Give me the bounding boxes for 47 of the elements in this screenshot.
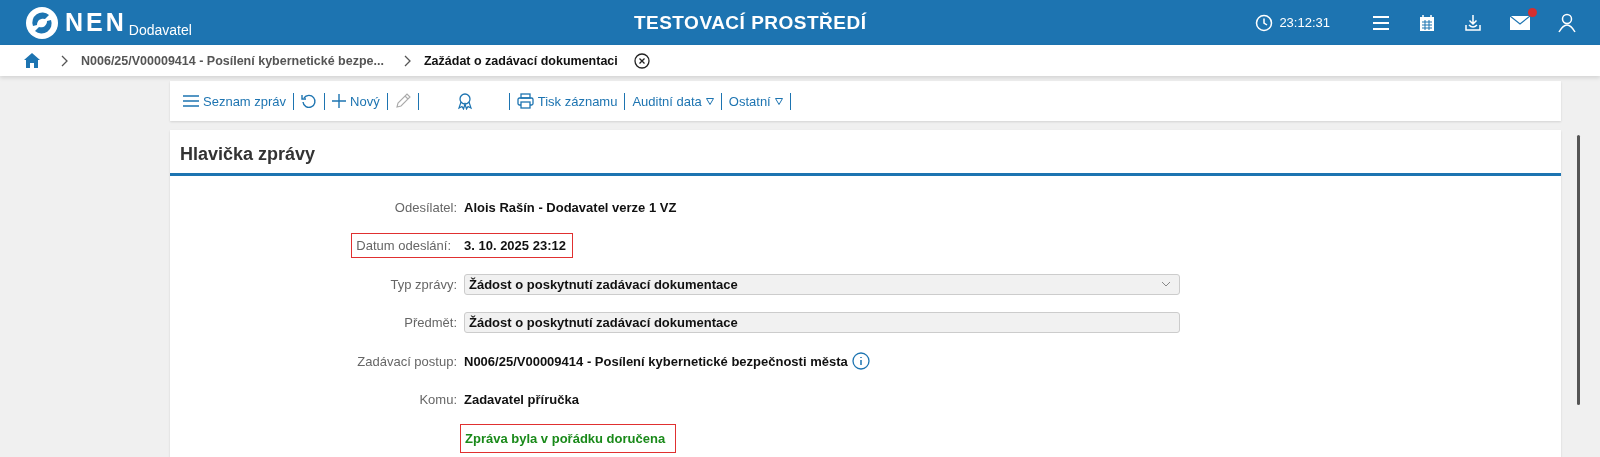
field-label: Komu: [419,392,457,408]
chevron-icon [61,54,69,67]
field-value: N006/25/V00009414 - Posílení kybernetické bezpečnosti města [464,353,848,369]
caret-icon [705,97,714,105]
input-field[interactable]: Žádost o poskytnutí zadávací dokumentace [464,312,1180,334]
printer-icon [516,93,534,109]
select-field[interactable]: Žádost o poskytnutí zadávací dokumentace [464,273,1180,295]
ribbon-icon [455,92,474,110]
download-icon[interactable] [1464,13,1482,32]
toolbar-button[interactable]: Ostatní [721,93,790,109]
logo-icon [25,5,59,40]
home-icon[interactable] [23,52,41,69]
info-icon[interactable] [851,352,870,371]
field-label: Odesílatel: [394,199,457,215]
field-label: Typ zprávy: [390,276,457,292]
breadcrumb-link[interactable]: Zažádat o zadávací dokumentaci [423,53,618,68]
clock-time: 23:12:31 [1279,15,1330,30]
toolbar-button[interactable]: Nový [325,93,387,109]
chevron-down-icon [1161,281,1171,288]
caret-icon [774,97,783,105]
field-value: 3. 10. 2025 23:12 [457,233,573,259]
pencil-icon [394,93,411,109]
chevron-icon [403,54,412,67]
user-icon[interactable] [1558,12,1576,33]
plus-icon [332,94,347,108]
field-label: Předmět: [404,315,457,331]
environment-title: TESTOVACÍ PROSTŘEDÍ [632,11,868,34]
toolbar-button[interactable]: Tisk záznamu [509,93,625,109]
field-value: Zadavatel příručka [464,392,579,408]
logo-text: NEN [65,8,127,37]
scrollbar[interactable] [1577,135,1580,405]
section-title: Hlavička zprávy [170,130,1561,176]
toolbar-button[interactable]: Auditní data [625,93,721,109]
menu-icon[interactable] [1372,14,1390,31]
field-label: Datum odeslání: [351,233,457,259]
field-value: Alois Rašín - Dodavatel verze 1 VZ [464,199,677,215]
clock-icon [1255,13,1274,32]
logo-subtitle: Dodavatel [128,21,192,38]
refresh-icon [301,93,318,109]
mail-icon[interactable] [1510,15,1530,30]
calendar-icon[interactable] [1418,13,1436,32]
field-label: Zadávací postup: [357,353,457,369]
close-icon[interactable] [633,52,650,69]
toolbar-button[interactable]: Seznam zpráv [176,93,294,109]
status-message: Zpráva byla v pořádku doručena [460,423,677,453]
menu-icon [183,95,199,107]
breadcrumb-link[interactable]: N006/25/V00009414 - Posílení kybernetické bezpe... [81,53,384,68]
